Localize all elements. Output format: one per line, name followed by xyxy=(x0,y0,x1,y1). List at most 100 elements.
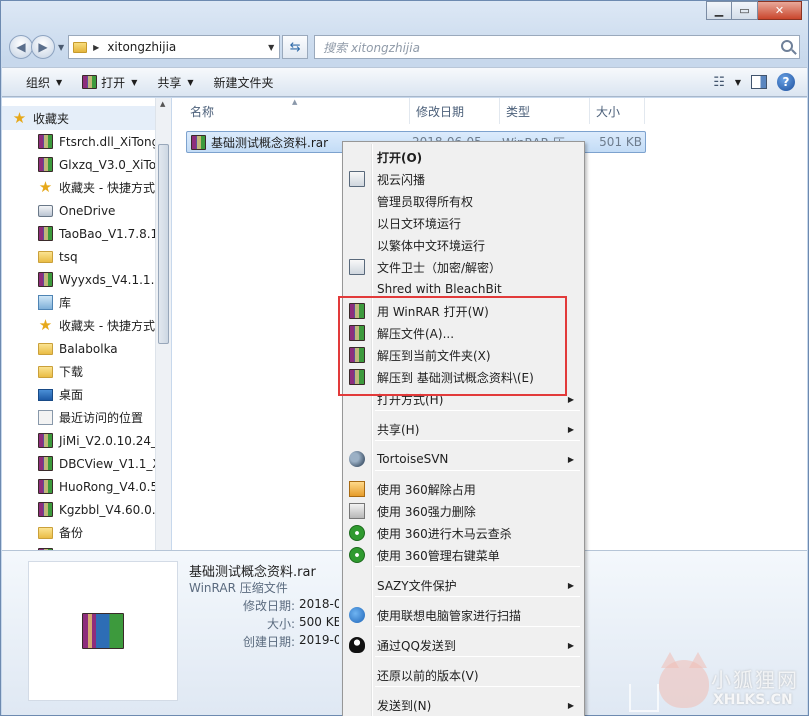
nav-item-label: tsq xyxy=(59,249,78,264)
context-menu-item[interactable]: 使用联想电脑管家进行扫描 xyxy=(345,604,582,626)
context-menu-item-label: 发送到(N) xyxy=(377,698,432,713)
nav-favorites[interactable]: ★ 收藏夹 xyxy=(2,106,170,130)
submenu-arrow-icon: ▶ xyxy=(567,700,574,710)
maximize-button[interactable]: ▭ xyxy=(732,1,758,20)
submenu-arrow-icon: ▶ xyxy=(567,424,574,434)
sort-indicator-icon: ▲ xyxy=(292,98,298,106)
nav-item[interactable]: 备份 xyxy=(2,521,170,544)
context-menu-item[interactable]: 打开(O) xyxy=(345,146,582,168)
search-icon[interactable] xyxy=(781,40,793,52)
nav-item[interactable]: 桌面 xyxy=(2,383,170,406)
submenu-arrow-icon: ▶ xyxy=(567,580,574,590)
context-menu-item[interactable]: SAZY文件保护 ▶ xyxy=(345,574,582,596)
folder-icon xyxy=(38,250,53,263)
nav-item-label: Balabolka xyxy=(59,341,118,356)
menu-separator xyxy=(375,596,580,597)
file-thumbnail xyxy=(28,561,178,701)
open-button[interactable]: 打开 ▼ xyxy=(72,70,147,94)
nav-item[interactable]: OneDrive xyxy=(2,199,170,222)
context-menu-item[interactable]: 使用 360解除占用 xyxy=(345,478,582,500)
address-bar[interactable]: ▶ xitongzhijia ▼ xyxy=(68,35,281,59)
star-icon: ★ xyxy=(12,108,27,127)
menu-separator xyxy=(375,410,580,411)
column-name[interactable]: 名称 xyxy=(172,98,410,124)
file-name: 基础测试概念资料.rar xyxy=(211,135,329,150)
help-icon[interactable]: ? xyxy=(777,73,795,91)
context-menu-item[interactable]: 以日文环境运行 xyxy=(345,212,582,234)
nav-item[interactable]: Balabolka xyxy=(2,337,170,360)
context-menu-item[interactable]: 使用 360管理右键菜单 xyxy=(345,544,582,566)
nav-item[interactable]: TaoBao_V1.7.8.1 xyxy=(2,222,170,245)
address-path[interactable]: xitongzhijia xyxy=(107,40,263,54)
view-options-icon[interactable]: ☷ xyxy=(713,75,725,90)
organize-button[interactable]: 组织 ▼ xyxy=(2,70,72,94)
context-menu-item[interactable]: 还原以前的版本(V) xyxy=(345,664,582,686)
nav-item[interactable]: 下载 xyxy=(2,360,170,383)
column-type[interactable]: 类型 xyxy=(500,98,590,124)
winrar-icon xyxy=(38,226,53,241)
recent-pages-dropdown[interactable]: ▼ xyxy=(58,43,64,52)
preview-pane-icon[interactable] xyxy=(751,75,767,89)
forward-arrow-icon: ▶ xyxy=(38,40,48,54)
context-menu-item[interactable]: TortoiseSVN ▶ xyxy=(345,448,582,470)
context-menu-item[interactable]: 以繁体中文环境运行 xyxy=(345,234,582,256)
nav-item[interactable]: tsq xyxy=(2,245,170,268)
breadcrumb-arrow-icon[interactable]: ▶ xyxy=(93,43,99,52)
share-button[interactable]: 共享 ▼ xyxy=(147,70,203,94)
column-size[interactable]: 大小 xyxy=(590,98,645,124)
nav-item[interactable]: Kgzbbl_V4.60.0.5 xyxy=(2,498,170,521)
360-menu-icon xyxy=(349,547,365,563)
context-menu-item[interactable]: 管理员取得所有权 xyxy=(345,190,582,212)
details-row: 修改日期: 2018-06-05 xyxy=(189,597,339,614)
nav-item[interactable]: Ftsrch.dll_XiTongZhiJia xyxy=(2,130,170,153)
chevron-down-icon: ▼ xyxy=(56,77,63,87)
minimize-button[interactable]: ▁ xyxy=(706,1,732,20)
nav-item-label: DBCView_V1.1_XiTongZhiJia xyxy=(59,456,170,471)
nav-item-label: JiMi_V2.0.10.24_XiTongZhiJia xyxy=(59,433,170,448)
scroll-up-icon[interactable]: ▲ xyxy=(160,100,165,108)
column-date[interactable]: 修改日期 xyxy=(410,98,500,124)
details-row: 创建日期: 2019-05-16 xyxy=(189,633,339,650)
nav-item[interactable]: ★ 收藏夹 - 快捷方式 xyxy=(2,314,170,337)
context-menu-item[interactable]: 使用 360进行木马云查杀 xyxy=(345,522,582,544)
scrollbar-thumb[interactable] xyxy=(158,144,169,344)
nav-item[interactable]: 最近访问的位置 xyxy=(2,406,170,429)
refresh-button[interactable]: ⇆ xyxy=(282,35,309,59)
context-menu-item[interactable]: 使用 360强力删除 xyxy=(345,500,582,522)
context-menu-item[interactable]: 发送到(N) ▶ xyxy=(345,694,582,716)
submenu-arrow-icon: ▶ xyxy=(567,454,574,464)
new-folder-button[interactable]: 新建文件夹 xyxy=(204,70,284,94)
back-button[interactable]: ◀ xyxy=(9,35,33,59)
details-key: 大小: xyxy=(266,617,295,631)
context-menu-item-label: 打开(O) xyxy=(377,150,423,165)
context-menu-item[interactable]: 视云闪播 xyxy=(345,168,582,190)
winrar-icon xyxy=(38,502,53,517)
nav-scrollbar[interactable]: ▲ xyxy=(155,98,171,550)
forward-button[interactable]: ▶ xyxy=(31,35,55,59)
nav-item[interactable]: Glxzq_V3.0_XiTongZhiJia xyxy=(2,153,170,176)
context-menu-item[interactable]: 文件卫士（加密/解密） xyxy=(345,256,582,278)
nav-item-label: Wyyxds_V4.1.1.1 xyxy=(59,272,163,287)
back-arrow-icon: ◀ xyxy=(16,40,26,54)
folder-icon xyxy=(38,342,53,355)
nav-item[interactable]: JiMi_V2.0.10.24_XiTongZhiJia xyxy=(2,429,170,452)
context-menu-item-label: 管理员取得所有权 xyxy=(377,194,474,209)
context-menu-item[interactable]: 通过QQ发送到 ▶ xyxy=(345,634,582,656)
nav-item[interactable]: DBCView_V1.1_XiTongZhiJia xyxy=(2,452,170,475)
nav-item[interactable]: Wyyxds_V4.1.1.1 xyxy=(2,268,170,291)
close-button[interactable]: ✕ xyxy=(758,1,802,20)
submenu-arrow-icon: ▶ xyxy=(567,394,574,404)
nav-item[interactable]: 库 xyxy=(2,291,170,314)
address-dropdown-icon[interactable]: ▼ xyxy=(263,43,279,52)
nav-item-label: 收藏夹 - 快捷方式 xyxy=(59,181,155,195)
search-placeholder[interactable]: 搜索 xitongzhijia xyxy=(323,39,420,56)
view-dropdown-icon[interactable]: ▼ xyxy=(735,78,741,87)
nav-item[interactable]: ★ 收藏夹 - 快捷方式 xyxy=(2,176,170,199)
search-box[interactable]: 搜索 xitongzhijia xyxy=(314,35,800,59)
context-menu-item[interactable]: 共享(H) ▶ xyxy=(345,418,582,440)
winrar-icon xyxy=(38,272,53,287)
nav-item[interactable]: HuoRong_V4.0.5 xyxy=(2,475,170,498)
nav-item-label: Glxzq_V3.0_XiTongZhiJia xyxy=(59,157,170,172)
new-folder-label: 新建文件夹 xyxy=(213,75,274,90)
tortoisesvn-icon xyxy=(349,451,365,467)
